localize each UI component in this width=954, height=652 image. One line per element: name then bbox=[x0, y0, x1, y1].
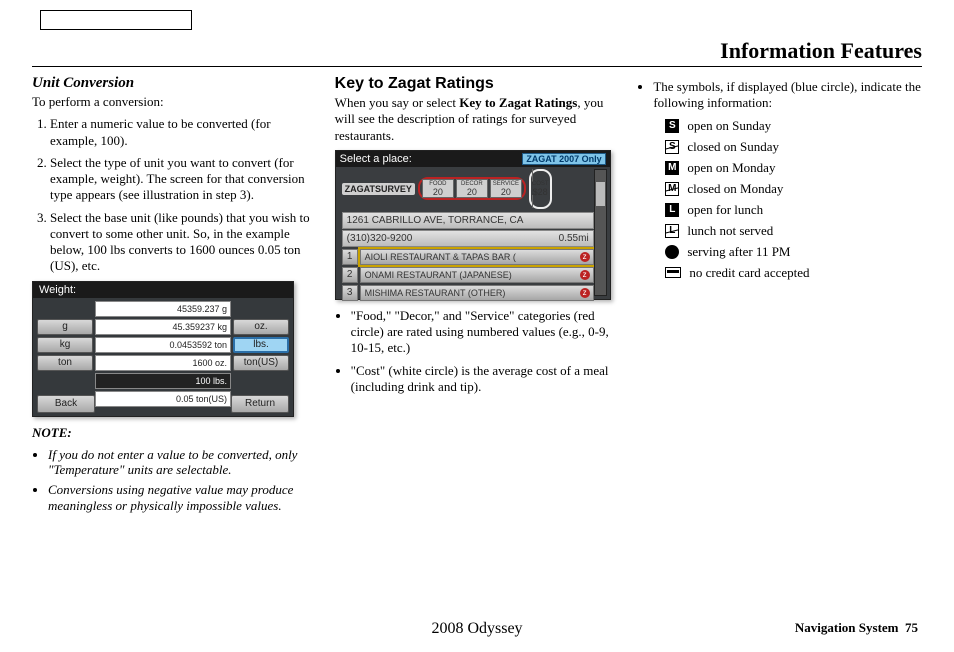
note-label: NOTE: bbox=[32, 425, 317, 441]
legend-closed-sunday: S closed on Sunday bbox=[665, 139, 922, 155]
section-name: Navigation System bbox=[795, 620, 899, 635]
legend-text: serving after 11 PM bbox=[687, 244, 790, 260]
unit-button-lbs-selected[interactable]: lbs. bbox=[233, 337, 289, 353]
value-g: 45359.237 g bbox=[95, 301, 231, 317]
zagat-icon: z bbox=[580, 252, 590, 262]
symbol-card-icon bbox=[665, 267, 681, 278]
screen2-title: Select a place: bbox=[340, 153, 412, 165]
manual-page: Information Features Unit Conversion To … bbox=[0, 0, 954, 652]
bullet-food-decor-service: "Food," "Decor," and "Service" categorie… bbox=[351, 308, 620, 357]
legend-open-sunday: S open on Sunday bbox=[665, 118, 922, 134]
rate-cost: COST$28 bbox=[532, 169, 549, 208]
symbol-l-outline-icon: L bbox=[665, 224, 679, 238]
symbol-s-solid-icon: S bbox=[665, 119, 679, 133]
value-oz: 1600 oz. bbox=[95, 355, 231, 371]
step-1: Enter a numeric value to be converted (f… bbox=[50, 116, 317, 149]
white-circle: COST$28 bbox=[529, 169, 552, 209]
legend-text: no credit card accepted bbox=[689, 265, 809, 281]
note-1: If you do not enter a value to be conver… bbox=[48, 447, 317, 478]
zagat-icon: z bbox=[580, 270, 590, 280]
step-3: Select the base unit (like pounds) that … bbox=[50, 210, 317, 275]
distance: 0.55mi bbox=[559, 233, 589, 244]
return-button[interactable]: Return bbox=[231, 395, 289, 413]
conversion-steps: Enter a numeric value to be converted (f… bbox=[32, 116, 317, 274]
zagat-bullets: "Food," "Decor," and "Service" categorie… bbox=[335, 308, 620, 395]
bullet-cost: "Cost" (white circle) is the average cos… bbox=[351, 363, 620, 396]
rate-decor: DECOR20 bbox=[456, 179, 488, 198]
legend-after-11pm: serving after 11 PM bbox=[665, 244, 922, 260]
zagat-intro-a: When you say or select bbox=[335, 95, 460, 110]
legend-no-credit-card: no credit card accepted bbox=[665, 265, 922, 281]
zagat-screenshot: Select a place: ZAGAT 2007 Only ZAGATSUR… bbox=[335, 150, 611, 300]
page-number: 75 bbox=[905, 620, 918, 635]
column-1: Unit Conversion To perform a conversion:… bbox=[32, 75, 317, 517]
row-num-2: 2 bbox=[342, 267, 358, 283]
note-2: Conversions using negative value may pro… bbox=[48, 482, 317, 513]
zagat-survey-label: ZAGATSURVEY bbox=[342, 183, 415, 195]
symbol-legend: S open on Sunday S closed on Sunday M op… bbox=[637, 118, 922, 281]
legend-open-lunch: L open for lunch bbox=[665, 202, 922, 218]
unit-button-ton-us[interactable]: ton(US) bbox=[233, 355, 289, 371]
unit-conversion-heading: Unit Conversion bbox=[32, 75, 317, 92]
zagat-intro: When you say or select Key to Zagat Rati… bbox=[335, 95, 620, 144]
zagat-only-badge[interactable]: ZAGAT 2007 Only bbox=[522, 153, 605, 165]
symbols-intro-list: The symbols, if displayed (blue circle),… bbox=[637, 79, 922, 112]
legend-open-monday: M open on Monday bbox=[665, 160, 922, 176]
column-2: Key to Zagat Ratings When you say or sel… bbox=[335, 75, 620, 517]
column-3: The symbols, if displayed (blue circle),… bbox=[637, 75, 922, 517]
red-circle: FOOD20 DECOR20 SERVICE20 bbox=[418, 177, 526, 200]
rate-service: SERVICE20 bbox=[490, 179, 522, 198]
unit-button-g[interactable]: g bbox=[37, 319, 93, 335]
legend-lunch-not-served: L lunch not served bbox=[665, 223, 922, 239]
weight-conversion-screenshot: Weight: 45359.237 g g 45.359237 kg oz. k… bbox=[32, 281, 294, 417]
page-reference: Navigation System 75 bbox=[795, 620, 918, 636]
list-item-1[interactable]: AIOLI RESTAURANT & TAPAS BAR (z bbox=[360, 249, 594, 265]
unit-button-kg[interactable]: kg bbox=[37, 337, 93, 353]
list-item-3[interactable]: MISHIMA RESTAURANT (OTHER)z bbox=[360, 285, 594, 301]
value-kg: 45.359237 kg bbox=[95, 319, 231, 335]
legend-text: closed on Sunday bbox=[687, 139, 779, 155]
content-columns: Unit Conversion To perform a conversion:… bbox=[32, 75, 922, 517]
symbol-m-solid-icon: M bbox=[665, 161, 679, 175]
address-line-2: (310)320-9200 0.55mi bbox=[342, 230, 594, 247]
legend-text: open on Sunday bbox=[687, 118, 771, 134]
address-line-1: 1261 CABRILLO AVE, TORRANCE, CA bbox=[342, 212, 594, 229]
unit-conversion-intro: To perform a conversion: bbox=[32, 94, 317, 110]
value-lbs-selected: 100 lbs. bbox=[95, 373, 231, 389]
step-2: Select the type of unit you want to conv… bbox=[50, 155, 317, 204]
symbol-m-outline-icon: M bbox=[665, 182, 679, 196]
legend-text: lunch not served bbox=[687, 223, 773, 239]
legend-text: open on Monday bbox=[687, 160, 775, 176]
legend-text: closed on Monday bbox=[687, 181, 783, 197]
symbol-s-outline-icon: S bbox=[665, 140, 679, 154]
value-ton: 0.0453592 ton bbox=[95, 337, 231, 353]
phone: (310)320-9200 bbox=[347, 233, 413, 244]
zagat-heading: Key to Zagat Ratings bbox=[335, 75, 620, 93]
row-num-1: 1 bbox=[342, 249, 358, 265]
legend-closed-monday: M closed on Monday bbox=[665, 181, 922, 197]
row-num-3: 3 bbox=[342, 285, 358, 301]
blank-box bbox=[40, 10, 192, 30]
restaurant-list: 1 AIOLI RESTAURANT & TAPAS BAR (z 2 ONAM… bbox=[342, 249, 594, 301]
screen1-title: Weight: bbox=[33, 282, 293, 298]
list-item-2[interactable]: ONAMI RESTAURANT (JAPANESE)z bbox=[360, 267, 594, 283]
symbol-circle-icon bbox=[665, 245, 679, 259]
rate-food: FOOD20 bbox=[422, 179, 454, 198]
scrollbar[interactable] bbox=[594, 169, 607, 296]
back-button[interactable]: Back bbox=[37, 395, 95, 413]
symbols-intro: The symbols, if displayed (blue circle),… bbox=[653, 79, 922, 112]
zagat-icon: z bbox=[580, 288, 590, 298]
unit-button-oz[interactable]: oz. bbox=[233, 319, 289, 335]
legend-text: open for lunch bbox=[687, 202, 763, 218]
page-title: Information Features bbox=[32, 34, 922, 67]
model-year: 2008 Odyssey bbox=[431, 620, 522, 638]
note-list: If you do not enter a value to be conver… bbox=[32, 447, 317, 513]
zagat-intro-bold: Key to Zagat Ratings bbox=[459, 95, 577, 110]
unit-button-ton[interactable]: ton bbox=[37, 355, 93, 371]
symbol-l-solid-icon: L bbox=[665, 203, 679, 217]
